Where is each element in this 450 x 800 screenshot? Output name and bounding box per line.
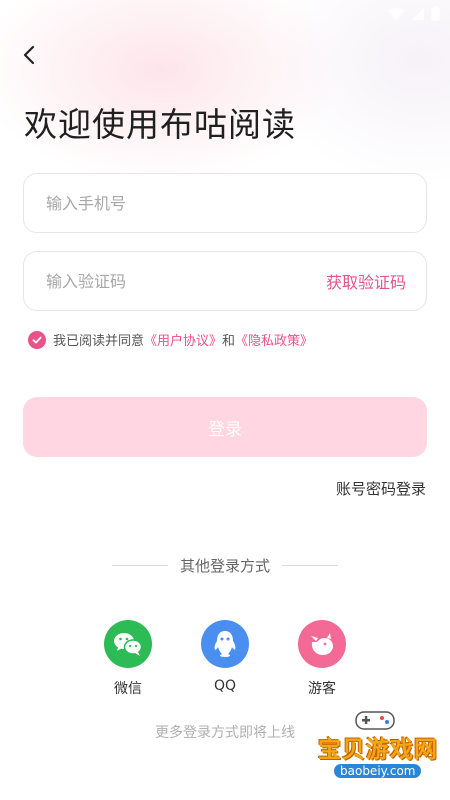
qq-login-button[interactable]: QQ (195, 620, 255, 694)
agreement-prefix: 我已阅读并同意 (53, 334, 145, 349)
divider-line-left (112, 565, 168, 566)
battery-icon (431, 6, 440, 21)
signal-icon (412, 7, 424, 20)
login-button[interactable]: 登录 (23, 397, 427, 457)
qq-label: QQ (213, 678, 237, 694)
qq-icon (201, 620, 249, 668)
watermark-url: baobeiy.com (334, 764, 422, 778)
verification-code-input[interactable] (46, 271, 326, 291)
code-field[interactable]: 获取验证码 (23, 251, 427, 311)
phone-field[interactable] (23, 173, 427, 233)
user-agreement-link[interactable]: 《用户协议》 (144, 330, 222, 349)
guest-login-button[interactable]: 游客 (292, 620, 352, 698)
agreement-row: 我已阅读并同意 《用户协议》 和 《隐私政策》 (28, 330, 313, 349)
status-bar (0, 0, 450, 28)
agreement-checkbox[interactable] (28, 330, 46, 349)
check-icon (32, 336, 42, 343)
agreement-and: 和 (222, 334, 236, 349)
divider-line-right (282, 565, 339, 566)
other-login-divider: 其他登录方式 (112, 555, 339, 576)
password-login-link[interactable]: 账号密码登录 (336, 478, 426, 499)
privacy-policy-link[interactable]: 《隐私政策》 (235, 330, 313, 349)
wifi-icon (388, 7, 404, 20)
other-login-label: 其他登录方式 (180, 557, 271, 575)
wechat-login-button[interactable]: 微信 (98, 620, 158, 698)
more-login-coming-text: 更多登录方式即将上线 (155, 725, 295, 741)
back-button[interactable] (18, 40, 46, 70)
guest-label: 游客 (308, 681, 336, 697)
page-title: 欢迎使用布咕阅读 (24, 105, 296, 144)
watermark: 宝贝游戏网 baobeiy.com (308, 706, 444, 792)
phone-input[interactable] (46, 193, 404, 213)
wechat-icon (104, 620, 152, 668)
chevron-left-icon (23, 45, 35, 65)
wechat-label: 微信 (114, 681, 142, 697)
guest-icon (298, 620, 346, 668)
get-code-button[interactable]: 获取验证码 (326, 269, 406, 293)
